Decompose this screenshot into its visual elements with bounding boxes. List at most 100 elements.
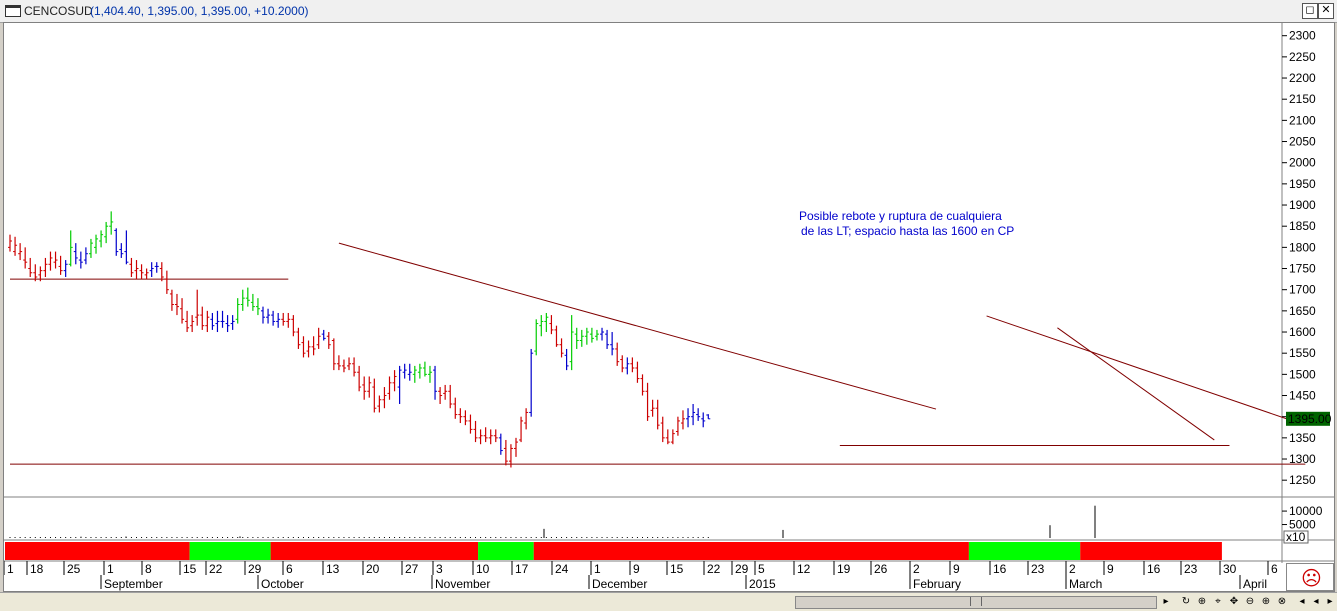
chart-window: CENCOSUD (1,404.40, 1,395.00, 1,395.00, …: [0, 0, 1337, 611]
scroll-grip-icon: [970, 597, 982, 606]
date-month-label: September: [104, 577, 163, 591]
link-icon[interactable]: ⊕: [1196, 595, 1208, 608]
date-day-label: 23: [1031, 562, 1045, 576]
window-icon: [5, 5, 21, 17]
date-day-label: 9: [953, 562, 960, 576]
date-day-label: 1: [7, 562, 14, 576]
date-day-label: 1: [594, 562, 601, 576]
date-day-label: 10: [476, 562, 490, 576]
date-day-label: 9: [633, 562, 640, 576]
date-day-label: 29: [248, 562, 262, 576]
date-month-label: October: [261, 577, 304, 591]
signal-band: [1080, 542, 1222, 560]
signal-band: [478, 542, 534, 560]
zoom-fit-icon[interactable]: ⊗: [1276, 595, 1288, 608]
date-day-label: 2: [913, 562, 920, 576]
date-day-label: 12: [797, 562, 811, 576]
first-page-icon[interactable]: ◂: [1296, 595, 1308, 608]
date-day-label: 15: [670, 562, 684, 576]
date-day-label: 6: [1271, 562, 1278, 576]
y-tick-label: 1500: [1289, 367, 1316, 381]
volume-multiplier: x10: [1286, 530, 1306, 544]
date-day-label: 30: [1223, 562, 1237, 576]
move-icon[interactable]: ✥: [1228, 595, 1240, 608]
y-tick-label: 1550: [1289, 346, 1316, 360]
date-day-label: 24: [555, 562, 569, 576]
date-day-label: 1: [107, 562, 114, 576]
date-month-label: February: [913, 577, 961, 591]
date-day-label: 23: [1184, 562, 1198, 576]
refresh-icon[interactable]: ↻: [1180, 595, 1192, 608]
date-month-label: April: [1243, 577, 1267, 591]
y-tick-label: 1450: [1289, 389, 1316, 403]
title-bar: CENCOSUD (1,404.40, 1,395.00, 1,395.00, …: [0, 0, 1337, 23]
date-day-label: 17: [515, 562, 529, 576]
sad-face-icon: ☹: [1301, 568, 1322, 590]
last-price-label: 1395.00: [1288, 412, 1332, 426]
y-tick-label: 1850: [1289, 219, 1316, 233]
y-tick-label: 1950: [1289, 177, 1316, 191]
y-tick-label: 1700: [1289, 283, 1316, 297]
y-tick-label: 1250: [1289, 473, 1316, 487]
date-day-label: 20: [366, 562, 380, 576]
date-day-label: 15: [183, 562, 197, 576]
date-day-label: 18: [30, 562, 44, 576]
signal-band: [270, 542, 479, 560]
y-tick-label: 2000: [1289, 156, 1316, 170]
y-tick-label: 1800: [1289, 240, 1316, 254]
y-tick-label: 2300: [1289, 29, 1316, 43]
date-day-label: 16: [993, 562, 1007, 576]
date-day-label: 3: [436, 562, 443, 576]
price-chart: 1250130013501400145015001550160016501700…: [4, 23, 1334, 591]
date-day-label: 25: [67, 562, 81, 576]
close-button[interactable]: ✕: [1318, 3, 1334, 19]
y-tick-label: 1600: [1289, 325, 1316, 339]
date-day-label: 5: [758, 562, 765, 576]
y-tick-label: 1650: [1289, 304, 1316, 318]
signal-band: [189, 542, 271, 560]
ohlc-values: (1,404.40, 1,395.00, 1,395.00, +10.2000): [90, 4, 309, 18]
date-month-label: 2015: [749, 577, 776, 591]
y-tick-label: 2200: [1289, 71, 1316, 85]
zoom-in-icon[interactable]: ⊕: [1260, 595, 1272, 608]
date-month-label: December: [592, 577, 647, 591]
scroll-right-icon[interactable]: ▸: [1160, 595, 1172, 608]
plot-area: 1250130013501400145015001550160016501700…: [3, 22, 1335, 592]
restore-button[interactable]: ◻: [1302, 3, 1318, 19]
y-tick-label: 2100: [1289, 113, 1316, 127]
trend-line: [986, 315, 1296, 423]
date-day-label: 22: [707, 562, 721, 576]
signal-band: [5, 542, 190, 560]
symbol-name: CENCOSUD: [24, 4, 93, 18]
signal-band: [968, 542, 1081, 560]
sentiment-indicator: ☹: [1286, 563, 1334, 591]
y-tick-label: 1750: [1289, 262, 1316, 276]
date-day-label: 26: [874, 562, 888, 576]
date-month-label: November: [435, 577, 490, 591]
horizontal-scrollbar[interactable]: ▸ ↻ ⊕ ⌖ ✥ ⊖ ⊕ ⊗ ◂ ◂ ▸: [0, 592, 1337, 611]
chart-annotation: de las LT; espacio hasta las 1600 en CP: [801, 224, 1014, 238]
date-day-label: 19: [837, 562, 851, 576]
date-month-label: March: [1069, 577, 1102, 591]
date-day-label: 2: [1069, 562, 1076, 576]
trend-line: [1057, 327, 1215, 441]
y-tick-label: 2150: [1289, 92, 1316, 106]
signal-band: [533, 542, 969, 560]
prev-page-icon[interactable]: ◂: [1310, 595, 1322, 608]
date-day-label: 27: [405, 562, 419, 576]
trend-line: [338, 242, 937, 410]
y-tick-label: 1900: [1289, 198, 1316, 212]
y-tick-label: 2250: [1289, 50, 1316, 64]
y-tick-label: 1350: [1289, 431, 1316, 445]
cursor-icon[interactable]: ⌖: [1212, 595, 1224, 608]
y-tick-label: 2050: [1289, 135, 1316, 149]
date-day-label: 6: [286, 562, 293, 576]
date-day-label: 8: [145, 562, 152, 576]
next-page-icon[interactable]: ▸: [1324, 595, 1336, 608]
date-day-label: 13: [326, 562, 340, 576]
date-day-label: 9: [1107, 562, 1114, 576]
date-day-label: 22: [209, 562, 223, 576]
date-day-label: 29: [735, 562, 749, 576]
volume-tick-label: 10000: [1289, 504, 1323, 518]
zoom-out-icon[interactable]: ⊖: [1244, 595, 1256, 608]
